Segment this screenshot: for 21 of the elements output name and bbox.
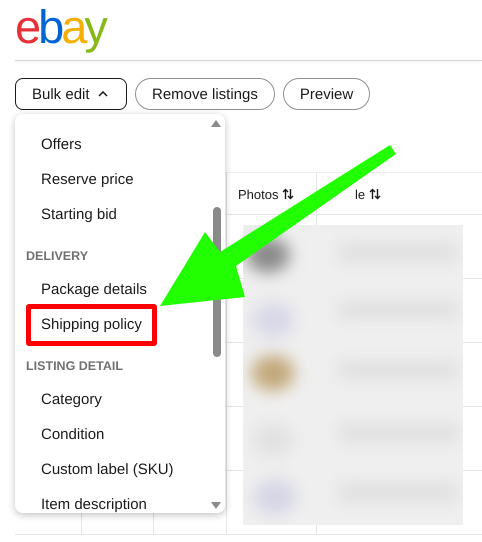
bulk-edit-button[interactable]: Bulk edit bbox=[15, 78, 127, 110]
menu-item[interactable]: Item description bbox=[41, 496, 147, 513]
column-header[interactable]: Photos bbox=[238, 186, 278, 202]
menu-item[interactable]: Package details bbox=[41, 281, 147, 298]
scroll-up-icon[interactable] bbox=[211, 120, 221, 127]
ebay-logo[interactable]: ebay bbox=[15, 2, 105, 52]
menu-item[interactable]: Condition bbox=[41, 426, 104, 443]
sort-icon[interactable] bbox=[282, 188, 294, 200]
menu-section-heading: DELIVERY bbox=[25, 248, 90, 265]
menu-item[interactable]: Custom label (SKU) bbox=[41, 461, 174, 478]
menu-item[interactable]: Offers bbox=[41, 136, 82, 153]
menu-item[interactable]: Shipping policy bbox=[26, 304, 157, 346]
sort-icon[interactable] bbox=[369, 188, 382, 200]
menu-item[interactable]: Starting bid bbox=[41, 206, 117, 223]
menu-section-heading: LISTING DETAIL bbox=[25, 358, 124, 375]
column-header[interactable]: le bbox=[355, 186, 366, 202]
scroll-down-icon[interactable] bbox=[211, 502, 221, 509]
toolbar-button[interactable]: Preview bbox=[282, 78, 370, 110]
menu-item[interactable]: Reserve price bbox=[41, 171, 134, 188]
menu-item[interactable]: Category bbox=[41, 391, 102, 408]
toolbar-button[interactable]: Remove listings bbox=[135, 78, 275, 110]
